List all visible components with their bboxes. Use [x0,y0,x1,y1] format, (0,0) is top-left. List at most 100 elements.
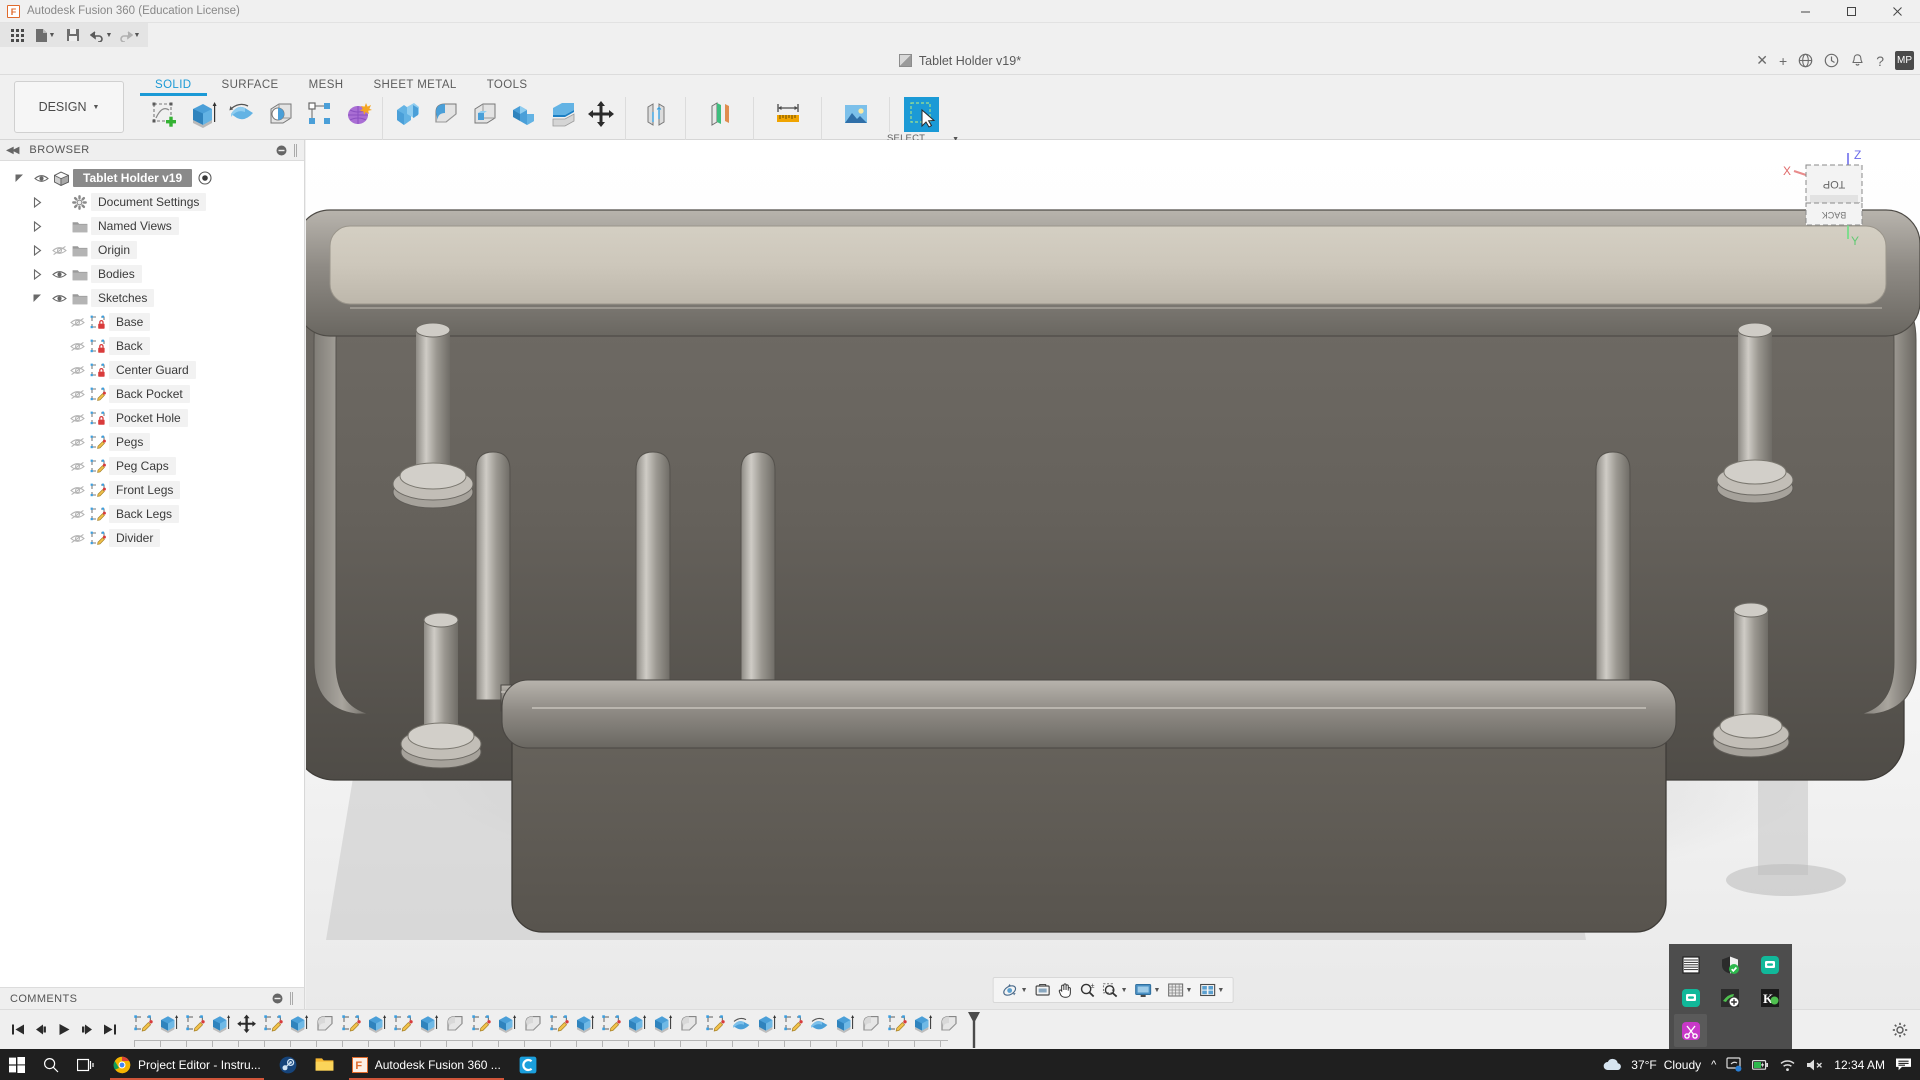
browser-tree-item[interactable]: Back [0,334,304,358]
shell-icon[interactable] [465,97,504,140]
remote-desktop-icon[interactable] [1759,954,1781,976]
redo-icon[interactable]: ▼ [116,24,142,46]
browser-tree-item[interactable]: Origin [0,238,304,262]
timeline-feature-sketch-icon[interactable] [130,1012,156,1042]
workspace-selector[interactable]: DESIGN ▼ [14,81,124,133]
taskbar-item-file-explorer[interactable] [306,1049,343,1080]
viewports-icon[interactable]: ▼ [1196,979,1227,1001]
joint-icon[interactable] [636,97,675,140]
hole-icon[interactable] [261,97,300,140]
avatar[interactable]: MP [1895,51,1914,70]
timeline-feature-extrude-icon[interactable] [624,1012,650,1042]
panel-grip-icon[interactable] [293,143,298,157]
browser-tree-item[interactable]: Base [0,310,304,334]
browser-tree-item[interactable]: Divider [0,526,304,550]
timeline-end-marker[interactable] [966,1011,982,1048]
visibility-off-icon[interactable] [67,509,88,520]
viewcube[interactable]: Z Y X TOP BACK [1780,145,1890,250]
timeline-settings-gear-icon[interactable] [1892,1022,1908,1038]
app-grid-icon[interactable] [4,24,30,46]
timeline-feature-fillet-icon[interactable] [858,1012,884,1042]
insert-image-icon[interactable] [836,97,875,140]
timeline-feature-extrude-icon[interactable] [416,1012,442,1042]
play-icon[interactable] [54,1018,74,1042]
timeline-feature-sketch-icon[interactable] [468,1012,494,1042]
volume-muted-icon[interactable] [1806,1058,1824,1072]
timeline-feature-sketch-icon[interactable] [780,1012,806,1042]
remote-desktop-icon[interactable] [1680,987,1702,1009]
display-settings-icon[interactable]: ▼ [1132,979,1164,1001]
timeline-feature-extrude-icon[interactable] [754,1012,780,1042]
taskbar-item-chrome[interactable]: Project Editor - Instru... [104,1049,270,1080]
visibility-off-icon[interactable] [67,461,88,472]
visibility-on-icon[interactable] [49,269,70,280]
tab-tools[interactable]: TOOLS [472,77,543,93]
windows-start-icon[interactable] [0,1049,34,1080]
timeline-feature-extrude-icon[interactable] [494,1012,520,1042]
create-sketch-icon[interactable] [144,97,183,140]
look-at-icon[interactable] [1032,979,1054,1001]
tab-mesh[interactable]: MESH [294,77,359,93]
visibility-off-icon[interactable] [67,437,88,448]
timeline-feature-sketch-icon[interactable] [338,1012,364,1042]
timeline-feature-extrude-icon[interactable] [364,1012,390,1042]
visibility-off-icon[interactable] [67,341,88,352]
tab-solid[interactable]: SOLID [140,77,207,93]
circle-minus-icon[interactable] [276,145,287,156]
timeline-feature-extrude-icon[interactable] [650,1012,676,1042]
split-face-icon[interactable] [543,97,582,140]
combine-icon[interactable] [504,97,543,140]
fillet-icon[interactable] [426,97,465,140]
fit-zoom-window-icon[interactable]: ▼ [1100,979,1131,1001]
timeline-feature-extrude-icon[interactable] [286,1012,312,1042]
target-icon[interactable] [198,171,212,185]
timeline-feature-fillet-icon[interactable] [312,1012,338,1042]
timeline-feature-extrude-icon[interactable] [572,1012,598,1042]
visibility-off-icon[interactable] [67,365,88,376]
comments-panel[interactable]: COMMENTS [0,987,305,1009]
browser-tree-item[interactable]: Back Pocket [0,382,304,406]
timeline-feature-sketch-icon[interactable] [702,1012,728,1042]
timeline-feature-fillet-icon[interactable] [442,1012,468,1042]
measure-icon[interactable] [768,97,807,140]
help-icon[interactable]: ? [1876,53,1884,69]
grid-snaps-icon[interactable]: ▼ [1164,979,1195,1001]
orbit-icon[interactable]: ▼ [999,979,1031,1001]
timeline-feature-fillet-icon[interactable] [520,1012,546,1042]
browser-tree-item[interactable]: Pegs [0,430,304,454]
taskbar-item-steam[interactable] [270,1049,306,1080]
timeline-feature-sketch-icon[interactable] [182,1012,208,1042]
browser-tree-item[interactable]: Center Guard [0,358,304,382]
timeline-feature-revolve-icon[interactable] [806,1012,832,1042]
pan-hand-icon[interactable] [1055,979,1076,1001]
timeline-feature-extrude-icon[interactable] [208,1012,234,1042]
timeline-feature-extrude-icon[interactable] [832,1012,858,1042]
visibility-on-icon[interactable] [49,293,70,304]
browser-tree-item[interactable]: Sketches [0,286,304,310]
chevron-down-icon[interactable]: ▼ [1121,987,1128,994]
visibility-off-icon[interactable] [67,317,88,328]
timeline-feature-revolve-icon[interactable] [728,1012,754,1042]
revolve-icon[interactable] [222,97,261,140]
visibility-off-icon[interactable] [67,533,88,544]
security-shield-icon[interactable] [1719,954,1741,976]
timeline-feature-fillet-icon[interactable] [676,1012,702,1042]
expander-expand-icon[interactable] [32,268,49,280]
form-icon[interactable] [339,97,378,140]
expander-collapse-icon[interactable] [14,173,31,184]
go-to-end-icon[interactable] [100,1018,120,1042]
timeline-feature-sketch-icon[interactable] [546,1012,572,1042]
extrude-icon[interactable] [183,97,222,140]
browser-tree-item[interactable]: Peg Caps [0,454,304,478]
expander-collapse-icon[interactable] [32,293,49,304]
expander-expand-icon[interactable] [32,244,49,256]
timeline-feature-sketch-icon[interactable] [390,1012,416,1042]
close-tab-icon[interactable]: ✕ [1756,52,1768,69]
minimize-button[interactable] [1782,0,1828,23]
browser-tree-item[interactable]: Front Legs [0,478,304,502]
model-canvas[interactable]: Z Y X TOP BACK ▼ ± ▼ ▼ ▼ ▼ [306,140,1920,1009]
tab-surface[interactable]: SURFACE [207,77,294,93]
save-icon[interactable] [60,24,86,46]
new-document-icon[interactable]: ▼ [32,24,58,46]
timeline-feature-sketch-icon[interactable] [260,1012,286,1042]
